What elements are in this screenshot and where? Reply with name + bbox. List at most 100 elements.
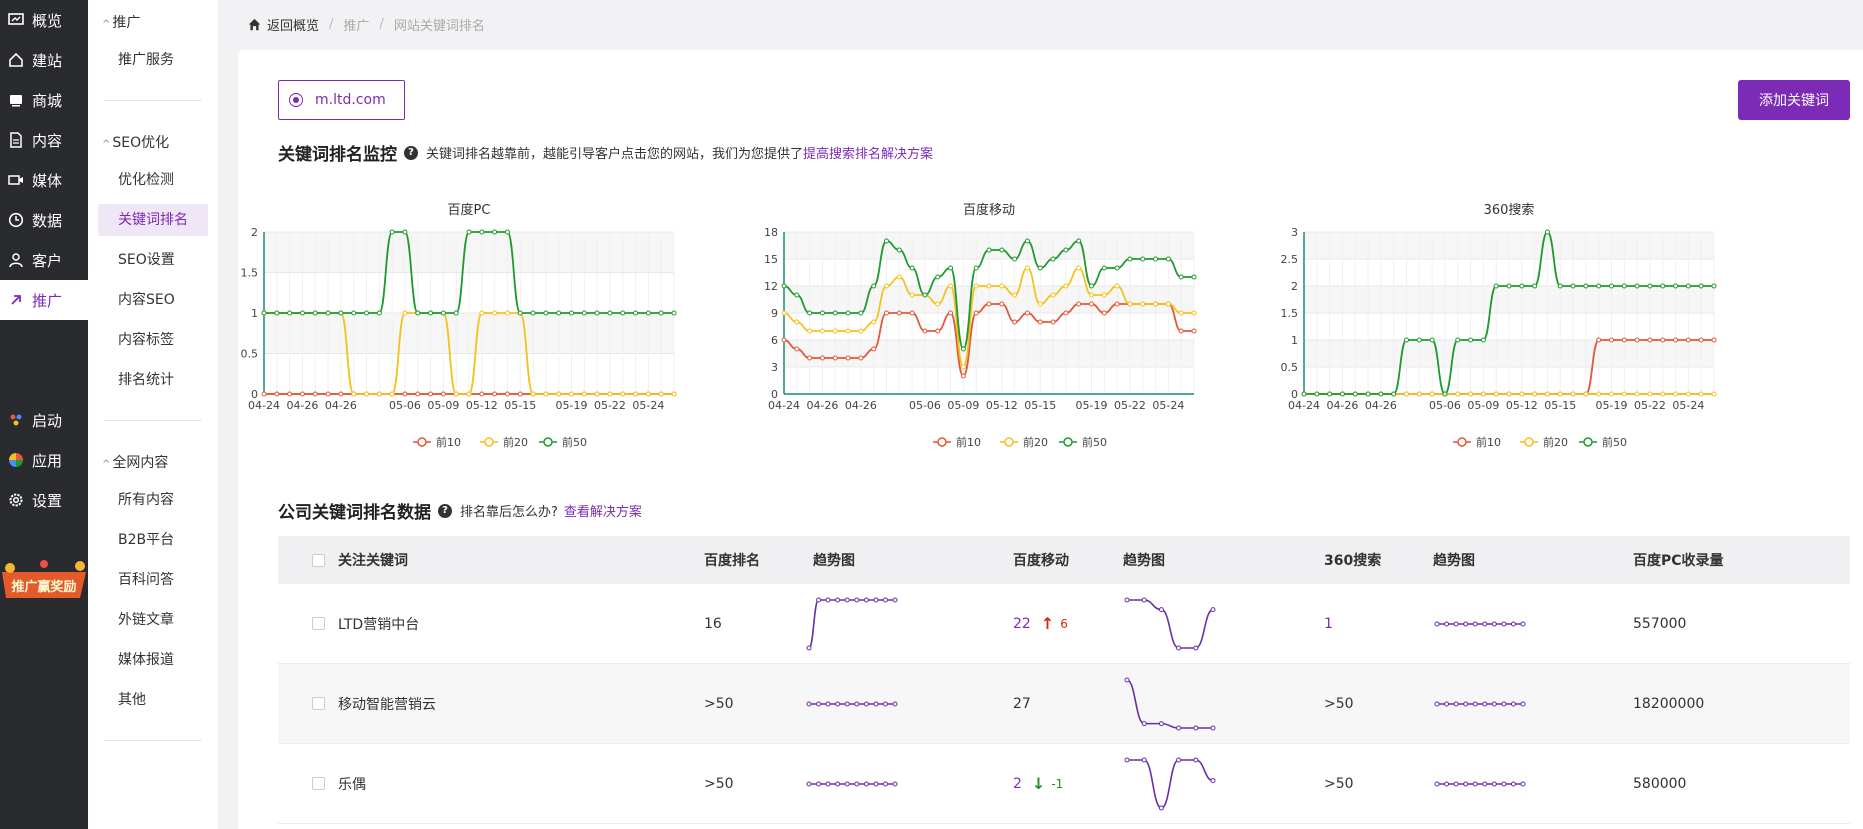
legend-item[interactable]: 前20: [1520, 435, 1568, 449]
data-point: [1468, 337, 1474, 343]
chart-title: 360搜索: [1484, 203, 1535, 218]
baidu-rank-cell: >50: [704, 775, 734, 792]
data-point: [858, 355, 864, 361]
nav-item-10[interactable]: 设置: [0, 480, 88, 520]
legend-item[interactable]: 前10: [413, 435, 461, 449]
nav-item-1[interactable]: 建站: [0, 40, 88, 80]
data-point: [1673, 337, 1679, 343]
sub-item-seo-settings[interactable]: SEO设置: [98, 244, 208, 276]
legend-item[interactable]: 前10: [933, 435, 981, 449]
legend-item[interactable]: 前50: [1059, 435, 1107, 449]
sub-item-keyword-rank[interactable]: 关键词排名: [98, 204, 208, 236]
sub-item-rank-stats[interactable]: 排名统计: [98, 364, 208, 396]
add-keyword-button[interactable]: 添加关键词: [1738, 80, 1850, 120]
trend-sparkline-baidu[interactable]: [805, 744, 899, 823]
legend-item[interactable]: 前50: [1579, 435, 1627, 449]
data-point: [1012, 256, 1018, 262]
nav-item-3[interactable]: 内容: [0, 120, 88, 160]
trend-sparkline-mobile[interactable]: [1123, 664, 1217, 743]
rank-change: -1: [1051, 776, 1064, 791]
data-point: [671, 391, 677, 397]
trend-sparkline-360[interactable]: [1433, 744, 1527, 823]
nav-item-2[interactable]: 商城: [0, 80, 88, 120]
legend-marker: [417, 437, 427, 447]
data-point: [312, 310, 318, 316]
trend-sparkline-baidu[interactable]: [805, 664, 899, 743]
help-icon[interactable]: ?: [438, 503, 452, 518]
legend-item[interactable]: 前20: [480, 435, 528, 449]
sub-item-content-seo[interactable]: 内容SEO: [98, 284, 208, 316]
nav-item-5[interactable]: 数据: [0, 200, 88, 240]
breadcrumb-promo[interactable]: 推广: [343, 15, 369, 34]
sub-item-other[interactable]: 其他: [98, 684, 208, 716]
data-point: [479, 310, 485, 316]
x-tick-label: 05-19: [1076, 399, 1108, 412]
sub-item-qa[interactable]: 百科问答: [98, 564, 208, 596]
nav-item-7[interactable]: 推广: [0, 280, 88, 320]
data-point: [569, 391, 574, 397]
select-all-checkbox[interactable]: [312, 553, 325, 567]
sub-group-promo[interactable]: ^ 推广: [102, 12, 140, 32]
data-point: [819, 310, 825, 316]
x-tick-label: 05-15: [504, 399, 536, 412]
x-tick-label: 04-24: [248, 399, 280, 412]
sub-item-b2b[interactable]: B2B平台: [98, 524, 208, 556]
y-tick-label: 2.5: [1281, 253, 1299, 266]
promo-banner[interactable]: 推广赢奖励: [0, 552, 88, 610]
table-row: 移动智能营销云 >50 27 >50 18200000: [278, 664, 1850, 744]
improve-rank-link[interactable]: 提高搜索排名解决方案: [803, 143, 933, 162]
baidu-mobile-cell[interactable]: 22: [1013, 616, 1031, 632]
sub-group-seo[interactable]: ^ SEO优化: [102, 132, 169, 152]
sub-item-opt-check[interactable]: 优化检测: [98, 164, 208, 196]
nav-item-0[interactable]: 概览: [0, 0, 88, 40]
data-point: [312, 391, 318, 397]
trend-sparkline-360[interactable]: [1433, 584, 1527, 663]
data-point: [453, 391, 459, 397]
data-point: [594, 310, 600, 316]
sub-item-content-tags[interactable]: 内容标签: [98, 324, 208, 356]
legend-item[interactable]: 前10: [1453, 435, 1501, 449]
x-tick-label: 05-15: [1544, 399, 1576, 412]
breadcrumb-current: 网站关键词排名: [393, 18, 485, 34]
nav-item-4[interactable]: 媒体: [0, 160, 88, 200]
data-point: [845, 355, 851, 361]
data-point: [1583, 391, 1589, 397]
trend-sparkline-baidu[interactable]: [805, 584, 899, 663]
legend-item[interactable]: 前50: [539, 435, 587, 449]
sub-item-promo-service[interactable]: 推广服务: [98, 44, 208, 76]
nav-item-8[interactable]: 启动: [0, 400, 88, 440]
data-point: [819, 328, 825, 334]
data-point: [1063, 247, 1069, 253]
trend-sparkline-mobile[interactable]: [1123, 584, 1217, 663]
data-point: [1468, 391, 1474, 397]
row-checkbox[interactable]: [312, 697, 325, 710]
data-point: [832, 328, 838, 334]
data-point: [1647, 391, 1653, 397]
nav-item-6[interactable]: 客户: [0, 240, 88, 280]
legend-item[interactable]: 前20: [1000, 435, 1048, 449]
data-point: [1127, 301, 1133, 307]
data-point: [556, 391, 562, 397]
sub-item-media[interactable]: 媒体报道: [98, 644, 208, 676]
data-point: [543, 391, 549, 397]
row-checkbox[interactable]: [312, 777, 325, 790]
sub-group-web-content[interactable]: ^ 全网内容: [102, 452, 168, 472]
help-icon[interactable]: ?: [404, 145, 418, 160]
data-point: [909, 292, 915, 298]
data-point: [1621, 391, 1627, 397]
sub-item-all-content[interactable]: 所有内容: [98, 484, 208, 516]
row-checkbox[interactable]: [312, 617, 325, 630]
nav-item-9[interactable]: 应用: [0, 440, 88, 480]
data-point: [1519, 283, 1525, 289]
legend-marker: [484, 437, 494, 447]
breadcrumb-home[interactable]: 返回概览: [248, 15, 319, 34]
sub-item-articles[interactable]: 外链文章: [98, 604, 208, 636]
trend-sparkline-360[interactable]: [1433, 664, 1527, 743]
view-solution-link[interactable]: 查看解决方案: [564, 501, 642, 520]
user-icon: [8, 252, 24, 268]
domain-selector[interactable]: m.ltd.com: [278, 80, 405, 120]
baidu-mobile-cell[interactable]: 2: [1013, 776, 1022, 792]
trend-sparkline-mobile[interactable]: [1123, 744, 1217, 823]
data-point: [1178, 274, 1184, 280]
data-point: [1140, 256, 1146, 262]
